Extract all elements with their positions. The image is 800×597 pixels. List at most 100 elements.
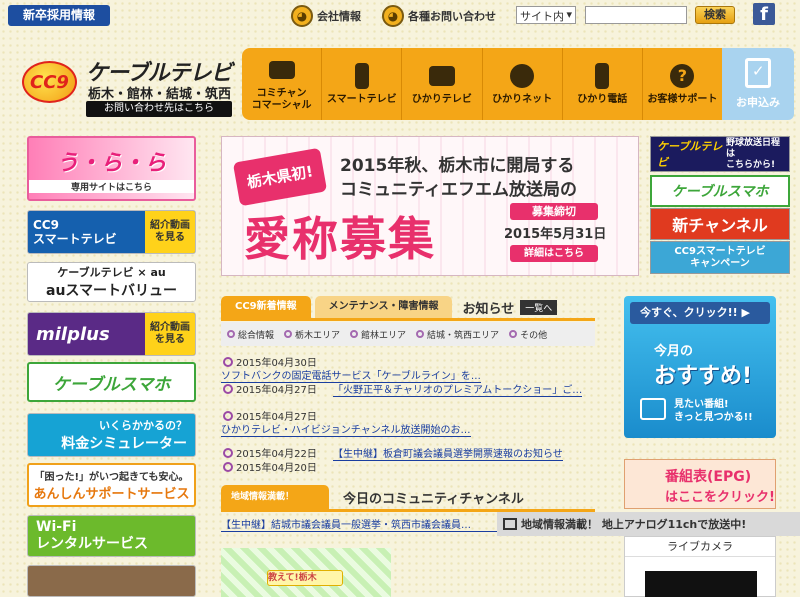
contact-label: 各種お問い合わせ	[408, 10, 496, 23]
phone-icon	[587, 62, 617, 90]
cable-smartphone-banner[interactable]: ケーブルスマホ	[27, 362, 196, 402]
filter-tatebayashi[interactable]: 館林エリア	[350, 328, 406, 341]
radio-icon	[416, 330, 425, 338]
community-program-image[interactable]: 教えて!栃木	[221, 548, 391, 597]
simulator-subtitle: いくらかかるの？	[99, 419, 187, 432]
filter-other[interactable]: その他	[509, 328, 547, 341]
filter-yuki-chikusei[interactable]: 結城・筑西エリア	[416, 328, 499, 341]
community-program-link[interactable]: 【生中継】結城市議会議員一般選挙・筑西市議会議員…	[221, 516, 497, 532]
community-heading: 今日のコミュニティチャンネル	[343, 491, 524, 507]
main-nav: コミチャン コマーシャル スマートテレビ ひかりテレビ ひかりネット ひかり電話…	[242, 48, 722, 120]
nav-item-smart-tv[interactable]: スマートテレビ	[321, 48, 401, 120]
nav-item-commercial[interactable]: コミチャン コマーシャル	[242, 48, 321, 120]
recommend-line1: 今月の	[654, 344, 694, 359]
tab-maintenance[interactable]: メンテナンス・障害情報	[314, 296, 453, 318]
logo-areas: 栃木・館林・結城・筑西	[88, 87, 232, 102]
chevron-down-icon: ▾	[566, 8, 572, 21]
news-date: 2015年04月20日	[221, 459, 317, 474]
monthly-recommend-banner[interactable]: 今すぐ、クリック!! ▶ 今月の おすすめ! 見たい番組! きっと見つかる!!	[624, 296, 776, 438]
news-date: 2015年04月22日	[221, 445, 317, 460]
live-camera-panel: ライブカメラ	[624, 536, 776, 597]
list-item: 2015年04月27日 ひかりテレビ・ハイビジョンチャンネル放送開始のお…	[221, 408, 595, 445]
community-header: 地域情報満載！ 今日のコミュニティチャンネル	[221, 485, 595, 509]
nav-item-hikari-tv[interactable]: ひかりテレビ	[401, 48, 481, 120]
banner-line2: コミュニティエフエム放送局の	[340, 180, 577, 200]
au-banner-title: auスマートバリュー	[46, 283, 177, 299]
banner-detail-button: 詳細はこちら	[510, 245, 598, 262]
logo-inquiry: お問い合わせ先はこちら	[86, 101, 232, 117]
list-item: 2015年04月22日 【生中継】板倉町議会議員選挙開票速報のお知らせ	[221, 445, 595, 461]
news-title-link[interactable]: 「火野正平＆チャリオのプレミアムトークショー」ご…	[333, 381, 583, 397]
epg-banner[interactable]: 番組表(EPG) はここをクリック!	[624, 459, 776, 509]
campaign-line1: CC9スマートテレビ	[674, 245, 766, 257]
support-subtitle: 「困った!」がいつ起きても安心。	[34, 472, 189, 483]
simulator-title: 料金シミュレーター	[61, 436, 187, 452]
banner-closed-label: 募集締切	[510, 203, 598, 220]
globe-icon	[507, 62, 537, 90]
recommend-line3: 見たい番組! きっと見つかる!!	[674, 399, 753, 423]
new-channel-banner[interactable]: 新チャンネル	[650, 208, 790, 240]
filter-general[interactable]: 総合情報	[227, 328, 274, 341]
milplus-title: milplus	[36, 323, 110, 345]
camera-icon	[267, 56, 297, 84]
recommend-cta: 今すぐ、クリック!! ▶	[630, 302, 770, 324]
nav-label: ひかりネット	[492, 94, 553, 105]
banner-headline: 愛称募集	[244, 212, 436, 266]
site-logo[interactable]: CC9 ケーブルテレビ 栃木・館林・結城・筑西 お問い合わせ先はこちら	[20, 53, 235, 123]
tv-icon	[503, 518, 517, 530]
urara-title: う・ら・ら	[56, 150, 167, 176]
news-heading: お知らせ	[462, 301, 515, 317]
news-all-button[interactable]: 一覧へ	[520, 299, 558, 315]
urara-banner[interactable]: う・ら・ら 専用サイトはこちら	[27, 136, 196, 201]
tab-underline	[221, 318, 595, 321]
news-list: 2015年04月30日 ソフトバンクの固定電話サービス「ケーブルライン」を… 20…	[221, 354, 595, 474]
apply-button[interactable]: お申込み	[722, 48, 794, 120]
site-scope-select[interactable]: サイト内 ▾	[516, 6, 576, 24]
community-ticker: 地域情報満載！ 地上アナログ11chで放送中!	[497, 512, 800, 536]
tab-cc9-news[interactable]: CC9新着情報	[221, 296, 311, 318]
company-info-link[interactable]: ◕ 会社情報	[291, 5, 361, 27]
apply-label: お申込み	[736, 96, 780, 109]
banner-deadline: 2015年5月31日	[504, 227, 607, 242]
fee-simulator-banner[interactable]: いくらかかるの？ 料金シミュレーター	[27, 413, 196, 457]
tv-icon	[427, 62, 457, 90]
search-button[interactable]: 検索	[695, 6, 735, 24]
radio-icon	[284, 330, 293, 338]
live-camera-image[interactable]	[645, 571, 757, 597]
smart-tv-campaign-banner[interactable]: CC9スマートテレビ キャンペーン	[650, 241, 790, 274]
filter-label: その他	[520, 330, 548, 341]
baseball-schedule-banner[interactable]: ケーブルテレビ 野球放送日程は こちらから!	[650, 136, 790, 172]
support-service-banner[interactable]: 「困った!」がいつ起きても安心。あんしんサポートサービス	[27, 463, 196, 507]
fm-naming-banner[interactable]: 栃木県初! 2015年秋、栃木市に開局する コミュニティエフエム放送局の 愛称募…	[221, 136, 639, 276]
recommend-line2: おすすめ!	[654, 364, 753, 389]
filter-tochigi[interactable]: 栃木エリア	[284, 328, 340, 341]
support-title: あんしんサポートサービス	[33, 487, 190, 502]
au-banner-top: ケーブルテレビ × au	[57, 266, 166, 279]
smart-tv-banner[interactable]: CC9 スマートテレビ 紹介動画 を見る	[27, 210, 196, 254]
wifi-rental-banner[interactable]: Wi-Fi レンタルサービス	[27, 515, 196, 557]
recruit-link[interactable]: 新卒採用情報	[8, 5, 110, 26]
campaign-line2: キャンペーン	[690, 257, 750, 269]
program-image-label: 教えて!栃木	[267, 570, 343, 586]
baseball-text: 野球放送日程は こちらから!	[726, 137, 781, 170]
help-icon: ?	[667, 62, 697, 90]
milplus-banner[interactable]: milplus 紹介動画 を見る	[27, 312, 196, 356]
news-title-link[interactable]: ひかりテレビ・ハイビジョンチャンネル放送開始のお…	[221, 421, 471, 437]
contact-link[interactable]: ◕ 各種お問い合わせ	[382, 5, 496, 27]
nav-item-support[interactable]: ? お客様サポート	[641, 48, 722, 120]
search-input[interactable]	[585, 6, 687, 24]
cable-smartphone-small-banner[interactable]: ケーブルスマホ	[650, 175, 790, 207]
remote-icon	[347, 62, 377, 90]
news-date: 2015年04月27日	[221, 381, 317, 396]
nav-item-hikari-phone[interactable]: ひかり電話	[561, 48, 642, 120]
smart-tv-video-link: 紹介動画 を見る	[145, 211, 195, 253]
milplus-video-link: 紹介動画 を見る	[145, 313, 195, 355]
radio-icon	[227, 330, 235, 338]
facebook-icon[interactable]: f	[753, 3, 775, 25]
baseball-logo: ケーブルテレビ	[657, 140, 723, 169]
nav-item-hikari-net[interactable]: ひかりネット	[481, 48, 562, 120]
promo-banner[interactable]	[27, 565, 196, 597]
radio-icon	[509, 330, 518, 338]
au-smart-value-banner[interactable]: ケーブルテレビ × au auスマートバリュー	[27, 262, 196, 302]
nav-label: ひかりテレビ	[411, 94, 472, 105]
